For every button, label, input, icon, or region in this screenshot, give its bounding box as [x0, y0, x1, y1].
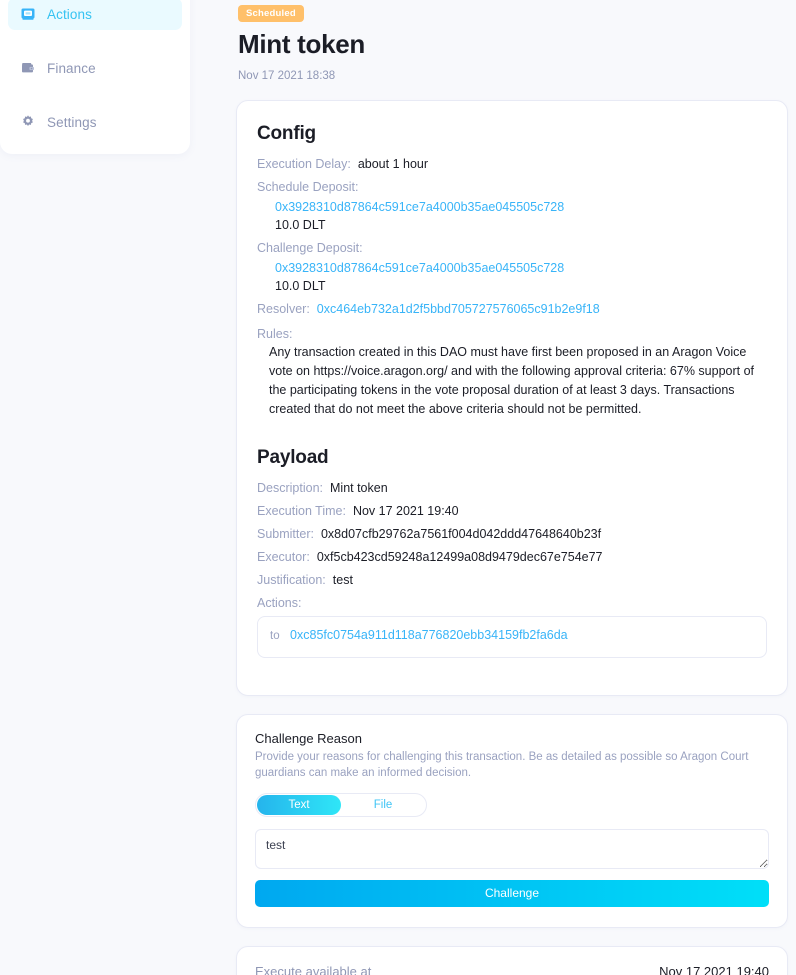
justification-value: test	[332, 573, 353, 587]
toggle-option-text[interactable]: Text	[257, 794, 341, 815]
execution-delay-row: Execution Delay: about 1 hour	[257, 157, 767, 171]
rules-text: Any transaction created in this DAO must…	[269, 345, 755, 416]
gear-icon	[20, 114, 36, 130]
rules-label: Rules:	[257, 327, 293, 341]
executor-row: Executor: 0xf5cb423cd59248a12499a08d9479…	[257, 550, 767, 564]
app-page: Actions Finance Settings Scheduled Mint …	[0, 0, 796, 975]
sidebar-item-settings[interactable]: Settings	[8, 106, 182, 138]
resolver-address[interactable]: 0xc464eb732a1d2f5bbd705727576065c91b2e9f…	[317, 302, 600, 316]
executor-value: 0xf5cb423cd59248a12499a08d9479dec67e754e…	[316, 550, 603, 564]
main-content: Scheduled Mint token Nov 17 2021 18:38 C…	[236, 0, 788, 975]
actions-label: Actions:	[257, 596, 302, 610]
payload-section-title: Payload	[257, 447, 329, 468]
actions-icon	[20, 6, 36, 22]
actions-row: Actions: to 0xc85fc0754a911d118a776820eb…	[257, 596, 767, 658]
schedule-deposit-label: Schedule Deposit:	[257, 180, 359, 194]
wallet-icon	[20, 60, 36, 76]
rules-row: Rules: Any transaction created in this D…	[257, 325, 767, 419]
sidebar-item-label: Finance	[47, 60, 96, 76]
schedule-deposit-amount: 10.0 DLT	[275, 218, 326, 232]
submitter-value: 0x8d07cfb29762a7561f004d042ddd47648640b2…	[320, 527, 602, 541]
description-value: Mint token	[330, 481, 388, 495]
challenge-deposit-label: Challenge Deposit:	[257, 241, 363, 255]
action-item: to 0xc85fc0754a911d118a776820ebb34159fb2…	[257, 616, 767, 658]
resolver-row: Resolver: 0xc464eb732a1d2f5bbd7057275760…	[257, 302, 767, 316]
page-title: Mint token	[238, 29, 365, 59]
execution-delay-value: about 1 hour	[357, 157, 429, 171]
execute-available-label: Execute available at	[255, 963, 372, 975]
justification-row: Justification: test	[257, 573, 767, 587]
description-label: Description:	[257, 481, 323, 495]
action-to-address[interactable]: 0xc85fc0754a911d118a776820ebb34159fb2fa6…	[290, 628, 568, 642]
challenge-description: Provide your reasons for challenging thi…	[255, 751, 749, 780]
sidebar-item-label: Settings	[47, 114, 97, 130]
detail-card: Config Execution Delay: about 1 hour Sch…	[236, 100, 788, 696]
config-section-title: Config	[257, 123, 316, 144]
execute-available-card: Execute available at Nov 17 2021 19:40	[236, 945, 788, 975]
status-badge: Scheduled	[238, 5, 304, 22]
challenge-deposit-address[interactable]: 0x3928310d87864c591ce7a4000b35ae045505c7…	[275, 261, 767, 275]
schedule-deposit-address[interactable]: 0x3928310d87864c591ce7a4000b35ae045505c7…	[275, 200, 767, 214]
execution-time-row: Execution Time: Nov 17 2021 19:40	[257, 504, 767, 518]
sidebar-item-finance[interactable]: Finance	[8, 52, 182, 84]
description-row: Description: Mint token	[257, 481, 767, 495]
challenge-reason-input[interactable]	[255, 828, 769, 869]
challenge-submit-button[interactable]: Challenge	[255, 879, 769, 907]
resolver-label: Resolver:	[257, 302, 310, 316]
submitter-label: Submitter:	[257, 527, 314, 541]
executor-label: Executor:	[257, 550, 310, 564]
execution-delay-label: Execution Delay:	[257, 157, 351, 171]
page-date: Nov 17 2021 18:38	[238, 70, 336, 82]
schedule-deposit-row: Schedule Deposit: 0x3928310d87864c591ce7…	[257, 180, 767, 232]
action-to-label: to	[270, 630, 280, 642]
submitter-row: Submitter: 0x8d07cfb29762a7561f004d042dd…	[257, 527, 767, 541]
sidebar-item-actions[interactable]: Actions	[8, 0, 182, 30]
challenge-deposit-details: 0x3928310d87864c591ce7a4000b35ae045505c7…	[257, 261, 767, 293]
challenge-type-toggle[interactable]: Text File	[255, 792, 427, 817]
challenge-card: Challenge Reason Provide your reasons fo…	[236, 714, 788, 928]
challenge-deposit-amount: 10.0 DLT	[275, 279, 326, 293]
justification-label: Justification:	[257, 573, 326, 587]
execute-available-value: Nov 17 2021 19:40	[659, 963, 769, 975]
sidebar: Actions Finance Settings	[0, 0, 190, 154]
challenge-deposit-row: Challenge Deposit: 0x3928310d87864c591ce…	[257, 241, 767, 293]
execution-time-value: Nov 17 2021 19:40	[352, 504, 459, 518]
execution-time-label: Execution Time:	[257, 504, 346, 518]
toggle-option-file[interactable]: File	[341, 795, 425, 815]
sidebar-item-label: Actions	[47, 6, 92, 22]
schedule-deposit-details: 0x3928310d87864c591ce7a4000b35ae045505c7…	[257, 200, 767, 232]
challenge-heading: Challenge Reason	[255, 731, 362, 746]
